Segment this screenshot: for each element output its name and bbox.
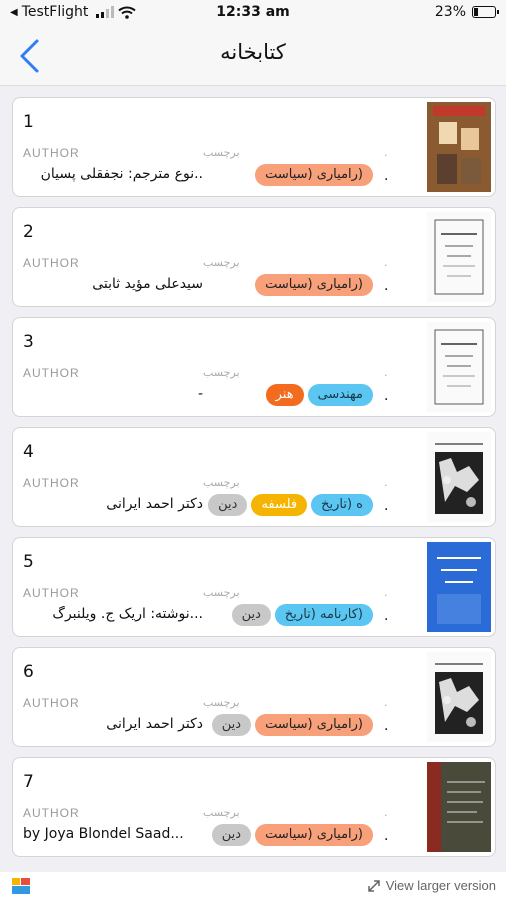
tag-label: برچسب (203, 586, 240, 599)
author-label: AUTHOR (23, 366, 80, 380)
tag-list: (رامیاری (سیاستدین (203, 714, 373, 738)
separator-dot: . (384, 608, 389, 624)
book-number: 1 (23, 112, 34, 132)
tag-chip[interactable]: ه (تاریخ (311, 494, 373, 516)
tag-label: برچسب (203, 256, 240, 269)
book-number: 4 (23, 442, 34, 462)
separator-dot: . (384, 168, 389, 184)
view-larger-label: View larger version (385, 878, 496, 893)
status-bar: ◀ TestFlight 12:33 am 23% (0, 0, 506, 26)
author-label: AUTHOR (23, 696, 80, 710)
tag-list: (رامیاری (سیاست (203, 274, 373, 298)
author-name: ..نوع مترجم: نجفقلی پسیان (40, 166, 203, 182)
separator-dot: . (384, 366, 388, 379)
separator-dot: . (384, 696, 388, 709)
book-card[interactable]: 5 AUTHOR برچسب . ...نوشته: اریک ج. ویلنب… (12, 537, 496, 637)
separator-dot: . (384, 146, 388, 159)
tag-chip[interactable]: (رامیاری (سیاست (255, 274, 373, 296)
book-card[interactable]: 1 AUTHOR برچسب . ..نوع مترجم: نجفقلی پسی… (12, 97, 496, 197)
app-logo-icon (12, 878, 30, 894)
tag-chip[interactable]: (کارنامه (تاریخ (274, 604, 373, 626)
page-title: کتابخانه (220, 40, 286, 64)
book-number: 6 (23, 662, 34, 682)
author-name: دکتر احمد ایرانی (106, 716, 203, 732)
book-list: 1 AUTHOR برچسب . ..نوع مترجم: نجفقلی پسی… (12, 97, 496, 867)
tag-chip[interactable]: (رامیاری (سیاست (255, 714, 373, 736)
tag-chip[interactable]: دین (231, 604, 271, 626)
tag-chip[interactable]: دین (208, 494, 248, 516)
book-card[interactable]: 4 AUTHOR برچسب . دکتر احمد ایرانی ه (تار… (12, 427, 496, 527)
cover-image (427, 322, 491, 412)
author-label: AUTHOR (23, 806, 80, 820)
tag-label: برچسب (203, 146, 240, 159)
book-cover-thumbnail[interactable] (427, 762, 491, 852)
separator-dot: . (384, 278, 389, 294)
status-right: 23% (434, 4, 499, 20)
expand-icon (367, 879, 380, 892)
book-cover-thumbnail[interactable] (427, 652, 491, 742)
book-cover-thumbnail[interactable] (427, 542, 491, 632)
tag-label: برچسب (203, 806, 240, 819)
navigation-bar: کتابخانه (0, 26, 506, 86)
book-number: 2 (23, 222, 34, 242)
view-larger-link[interactable]: View larger version (367, 878, 496, 893)
book-number: 7 (23, 772, 34, 792)
tag-chip[interactable]: هنر (265, 384, 304, 406)
separator-dot: . (384, 498, 389, 514)
tag-chip[interactable]: مهندسی (307, 384, 373, 406)
cover-image (427, 542, 491, 632)
tag-label: برچسب (203, 696, 240, 709)
book-cover-thumbnail[interactable] (427, 212, 491, 302)
tag-list: (کارنامه (تاریخدین (203, 604, 373, 628)
author-label: AUTHOR (23, 146, 80, 160)
battery-percent: 23% (434, 4, 466, 20)
tag-chip[interactable]: (رامیاری (سیاست (255, 824, 373, 846)
tag-list: (رامیاری (سیاست (203, 164, 373, 188)
separator-dot: . (384, 476, 388, 489)
cover-image (427, 432, 491, 522)
cover-image (427, 102, 491, 192)
tag-list: (رامیاری (سیاستدین (203, 824, 373, 848)
tag-label: برچسب (203, 476, 240, 489)
book-cover-thumbnail[interactable] (427, 102, 491, 192)
tag-list: مهندسیهنر (203, 384, 373, 408)
author-label: AUTHOR (23, 586, 80, 600)
tag-chip[interactable]: فلسفه (251, 494, 308, 516)
cover-image (427, 212, 491, 302)
separator-dot: . (384, 388, 389, 404)
tag-chip[interactable]: (رامیاری (سیاست (255, 164, 373, 186)
separator-dot: . (384, 586, 388, 599)
book-card[interactable]: 7 AUTHOR برچسب . by Joya Blondel Saad...… (12, 757, 496, 857)
author-name: ...نوشته: اریک ج. ویلنبرگ (52, 606, 203, 622)
tag-chip[interactable]: دین (211, 824, 252, 846)
book-number: 5 (23, 552, 34, 572)
separator-dot: . (384, 828, 389, 844)
book-cover-thumbnail[interactable] (427, 432, 491, 522)
book-number: 3 (23, 332, 34, 352)
tag-list: ه (تاریخفلسفهدین (203, 494, 373, 518)
book-card[interactable]: 6 AUTHOR برچسب . دکتر احمد ایرانی (رامیا… (12, 647, 496, 747)
author-name: by Joya Blondel Saad... (23, 826, 184, 842)
author-label: AUTHOR (23, 476, 80, 490)
cover-image (427, 652, 491, 742)
tag-chip[interactable]: دین (211, 714, 252, 736)
book-card[interactable]: 3 AUTHOR برچسب . - مهندسیهنر . (12, 317, 496, 417)
separator-dot: . (384, 806, 388, 819)
book-cover-thumbnail[interactable] (427, 322, 491, 412)
separator-dot: . (384, 718, 389, 734)
author-name: سیدعلی مؤید ثابتی (92, 276, 203, 292)
author-label: AUTHOR (23, 256, 80, 270)
book-card[interactable]: 2 AUTHOR برچسب . سیدعلی مؤید ثابتی (رامی… (12, 207, 496, 307)
battery-icon (472, 6, 499, 18)
tag-label: برچسب (203, 366, 240, 379)
author-name: - (197, 386, 203, 402)
cover-image (427, 762, 491, 852)
bottom-bar: View larger version (0, 872, 506, 900)
author-name: دکتر احمد ایرانی (106, 496, 203, 512)
separator-dot: . (384, 256, 388, 269)
status-time: 12:33 am (216, 4, 290, 20)
